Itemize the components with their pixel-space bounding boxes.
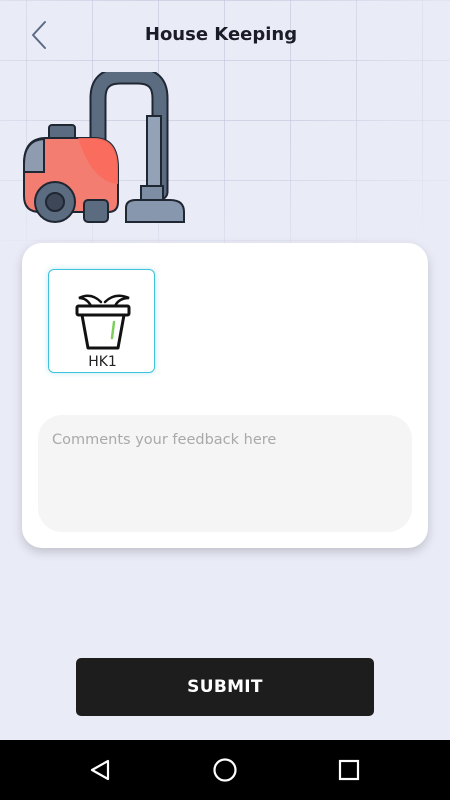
nav-back-icon <box>90 759 110 781</box>
trash-bin-icon <box>75 294 131 350</box>
nav-recents-icon <box>338 759 360 781</box>
system-navigation-bar <box>0 740 450 800</box>
vacuum-cleaner-icon <box>23 67 185 223</box>
nav-home-icon <box>213 758 237 782</box>
feedback-comment-field[interactable] <box>38 415 412 532</box>
app-header: House Keeping <box>0 0 450 70</box>
nav-home-button[interactable] <box>208 754 242 786</box>
nav-back-button[interactable] <box>83 754 117 786</box>
vacuum-illustration <box>20 67 190 227</box>
feedback-card: HK1 <box>22 243 428 548</box>
submit-button[interactable]: SUBMIT <box>76 658 374 716</box>
nav-recents-button[interactable] <box>332 754 366 786</box>
service-item-hk1[interactable]: HK1 <box>48 269 155 373</box>
page-title: House Keeping <box>144 24 298 45</box>
service-item-label: HK1 <box>88 354 117 370</box>
